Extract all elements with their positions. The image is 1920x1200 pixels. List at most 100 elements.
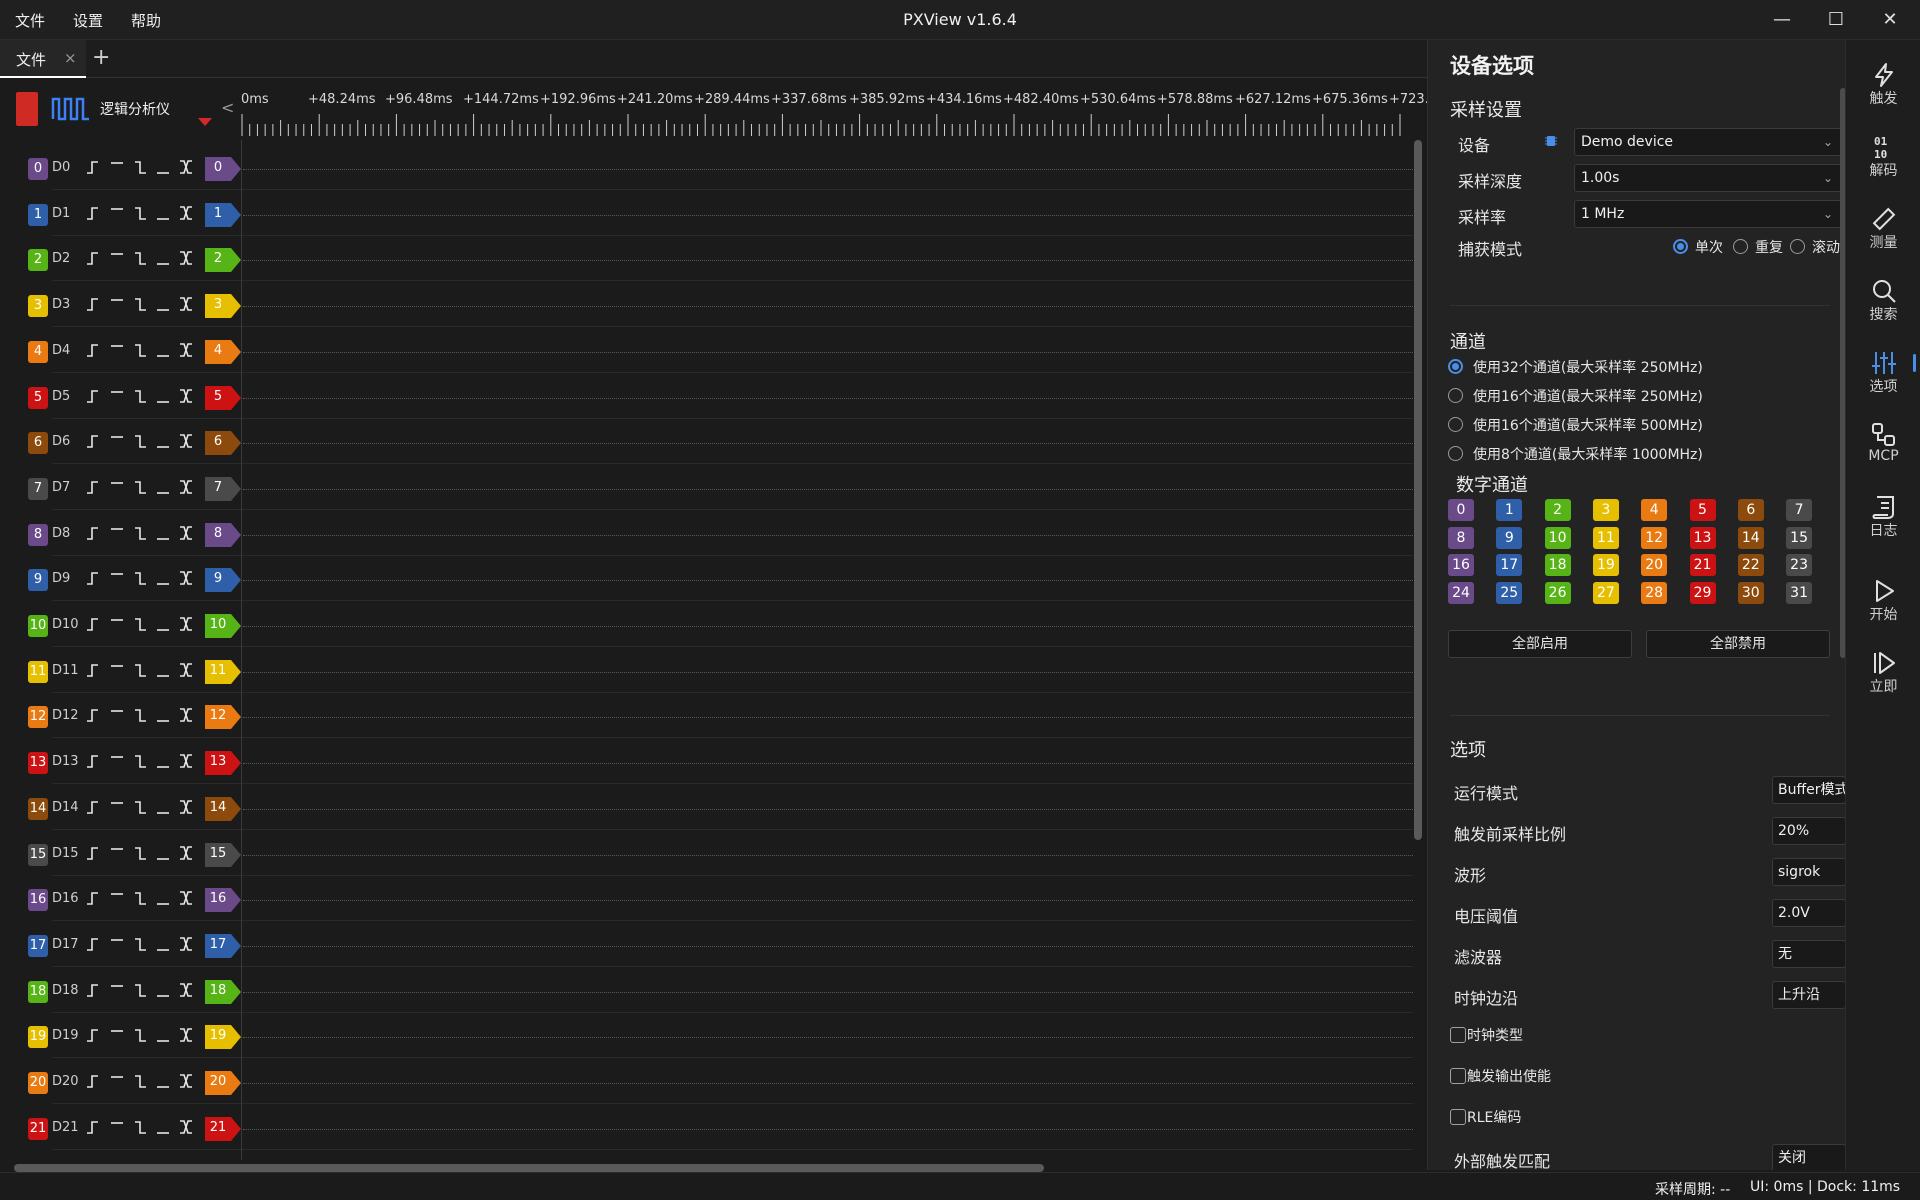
high-level-icon[interactable] [109,159,125,175]
channel-mode-radio-3[interactable] [1448,446,1463,461]
channel-trace[interactable] [243,672,1413,673]
any-edge-icon[interactable] [178,1119,194,1135]
low-level-icon[interactable] [155,1073,171,1089]
channel-name[interactable]: D10 [52,617,79,632]
channel-name[interactable]: D12 [52,708,79,723]
high-level-icon[interactable] [109,753,125,769]
rising-edge-icon[interactable] [86,525,102,541]
low-level-icon[interactable] [155,525,171,541]
minimize-button[interactable]: — [1764,6,1800,34]
high-level-icon[interactable] [109,433,125,449]
rising-edge-icon[interactable] [86,570,102,586]
falling-edge-icon[interactable] [132,662,148,678]
channel-index-badge[interactable]: 19 [28,1026,48,1048]
horizontal-scrollbar[interactable] [14,1164,1044,1172]
digital-channel-toggle[interactable]: 6 [1737,499,1764,521]
rising-edge-icon[interactable] [86,662,102,678]
low-level-icon[interactable] [155,570,171,586]
channel-row[interactable]: 2 D2 2 [0,241,1427,287]
channel-row[interactable]: 4 D4 4 [0,333,1427,379]
pretrigger-stepper[interactable]: 20% [1772,817,1845,845]
channel-index-badge[interactable]: 17 [28,935,48,957]
maximize-button[interactable]: ☐ [1818,6,1854,34]
falling-edge-icon[interactable] [132,296,148,312]
falling-edge-icon[interactable] [132,890,148,906]
rising-edge-icon[interactable] [86,707,102,723]
channel-name[interactable]: D6 [52,434,70,449]
channel-name[interactable]: D11 [52,663,79,678]
digital-channel-toggle[interactable]: 5 [1689,499,1716,521]
channel-trace[interactable] [243,717,1413,718]
channel-index-badge[interactable]: 2 [28,249,48,271]
sidebar-item-measure[interactable]: 测量 [1846,198,1920,262]
channel-index-badge[interactable]: 5 [28,387,48,409]
falling-edge-icon[interactable] [132,616,148,632]
digital-channel-toggle[interactable]: 22 [1737,554,1764,577]
digital-channel-toggle[interactable]: 29 [1689,582,1716,605]
low-level-icon[interactable] [155,296,171,312]
low-level-icon[interactable] [155,616,171,632]
channel-row[interactable]: 0 D0 0 [0,150,1427,196]
channel-trace[interactable] [243,626,1413,627]
low-level-icon[interactable] [155,753,171,769]
digital-channel-toggle[interactable]: 27 [1592,582,1619,605]
low-level-icon[interactable] [155,890,171,906]
falling-edge-icon[interactable] [132,936,148,952]
channel-row[interactable]: 1 D1 1 [0,196,1427,242]
digital-channel-toggle[interactable]: 15 [1786,526,1813,549]
clock-type-checkbox[interactable] [1450,1027,1466,1043]
digital-channel-toggle[interactable]: 1 [1496,499,1523,521]
any-edge-icon[interactable] [178,250,194,266]
rising-edge-icon[interactable] [86,845,102,861]
low-level-icon[interactable] [155,205,171,221]
channel-mode-radio-1[interactable] [1448,388,1463,403]
sidebar-item-start[interactable]: 开始 [1846,570,1920,634]
falling-edge-icon[interactable] [132,159,148,175]
device-icon[interactable] [16,92,38,126]
rate-select[interactable]: 1 MHz ⌄ [1574,200,1844,228]
time-ruler[interactable]: 0ms +48.24ms +96.48ms +144.72ms +192.96ms +24… [241,86,1465,140]
channel-index-badge[interactable]: 21 [28,1118,48,1140]
low-level-icon[interactable] [155,159,171,175]
channel-trace[interactable] [243,900,1413,901]
any-edge-icon[interactable] [178,388,194,404]
channel-mode-radio-2[interactable] [1448,417,1463,432]
channel-row[interactable]: 10 D10 10 [0,607,1427,653]
channel-trace[interactable] [243,763,1413,764]
channel-row[interactable]: 5 D5 5 [0,379,1427,425]
channel-name[interactable]: D7 [52,480,70,495]
channel-index-badge[interactable]: 18 [28,981,48,1003]
mode-label[interactable]: 逻辑分析仪 [100,99,170,119]
sidebar-item-instant[interactable]: 立即 [1846,642,1920,706]
any-edge-icon[interactable] [178,753,194,769]
any-edge-icon[interactable] [178,799,194,815]
rising-edge-icon[interactable] [86,890,102,906]
channel-name[interactable]: D9 [52,571,70,586]
high-level-icon[interactable] [109,890,125,906]
high-level-icon[interactable] [109,662,125,678]
high-level-icon[interactable] [109,707,125,723]
channel-trace[interactable] [243,580,1413,581]
disable-all-button[interactable]: 全部禁用 [1646,630,1830,658]
channel-name[interactable]: D3 [52,297,70,312]
falling-edge-icon[interactable] [132,250,148,266]
rising-edge-icon[interactable] [86,250,102,266]
low-level-icon[interactable] [155,845,171,861]
high-level-icon[interactable] [109,388,125,404]
channel-name[interactable]: D4 [52,343,70,358]
digital-channel-toggle[interactable]: 0 [1448,499,1474,521]
any-edge-icon[interactable] [178,433,194,449]
high-level-icon[interactable] [109,799,125,815]
falling-edge-icon[interactable] [132,753,148,769]
rising-edge-icon[interactable] [86,433,102,449]
channel-row[interactable]: 21 D21 21 [0,1110,1427,1150]
rising-edge-icon[interactable] [86,342,102,358]
sidebar-item-log[interactable]: 日志 [1846,486,1920,550]
channel-index-badge[interactable]: 16 [28,889,48,911]
digital-channel-toggle[interactable]: 28 [1641,582,1668,605]
sidebar-item-mcp[interactable]: MCP [1846,414,1920,478]
channel-name[interactable]: D17 [52,937,79,952]
digital-channel-toggle[interactable]: 14 [1737,526,1764,549]
any-edge-icon[interactable] [178,570,194,586]
tab-file[interactable]: 文件 × [0,40,86,78]
